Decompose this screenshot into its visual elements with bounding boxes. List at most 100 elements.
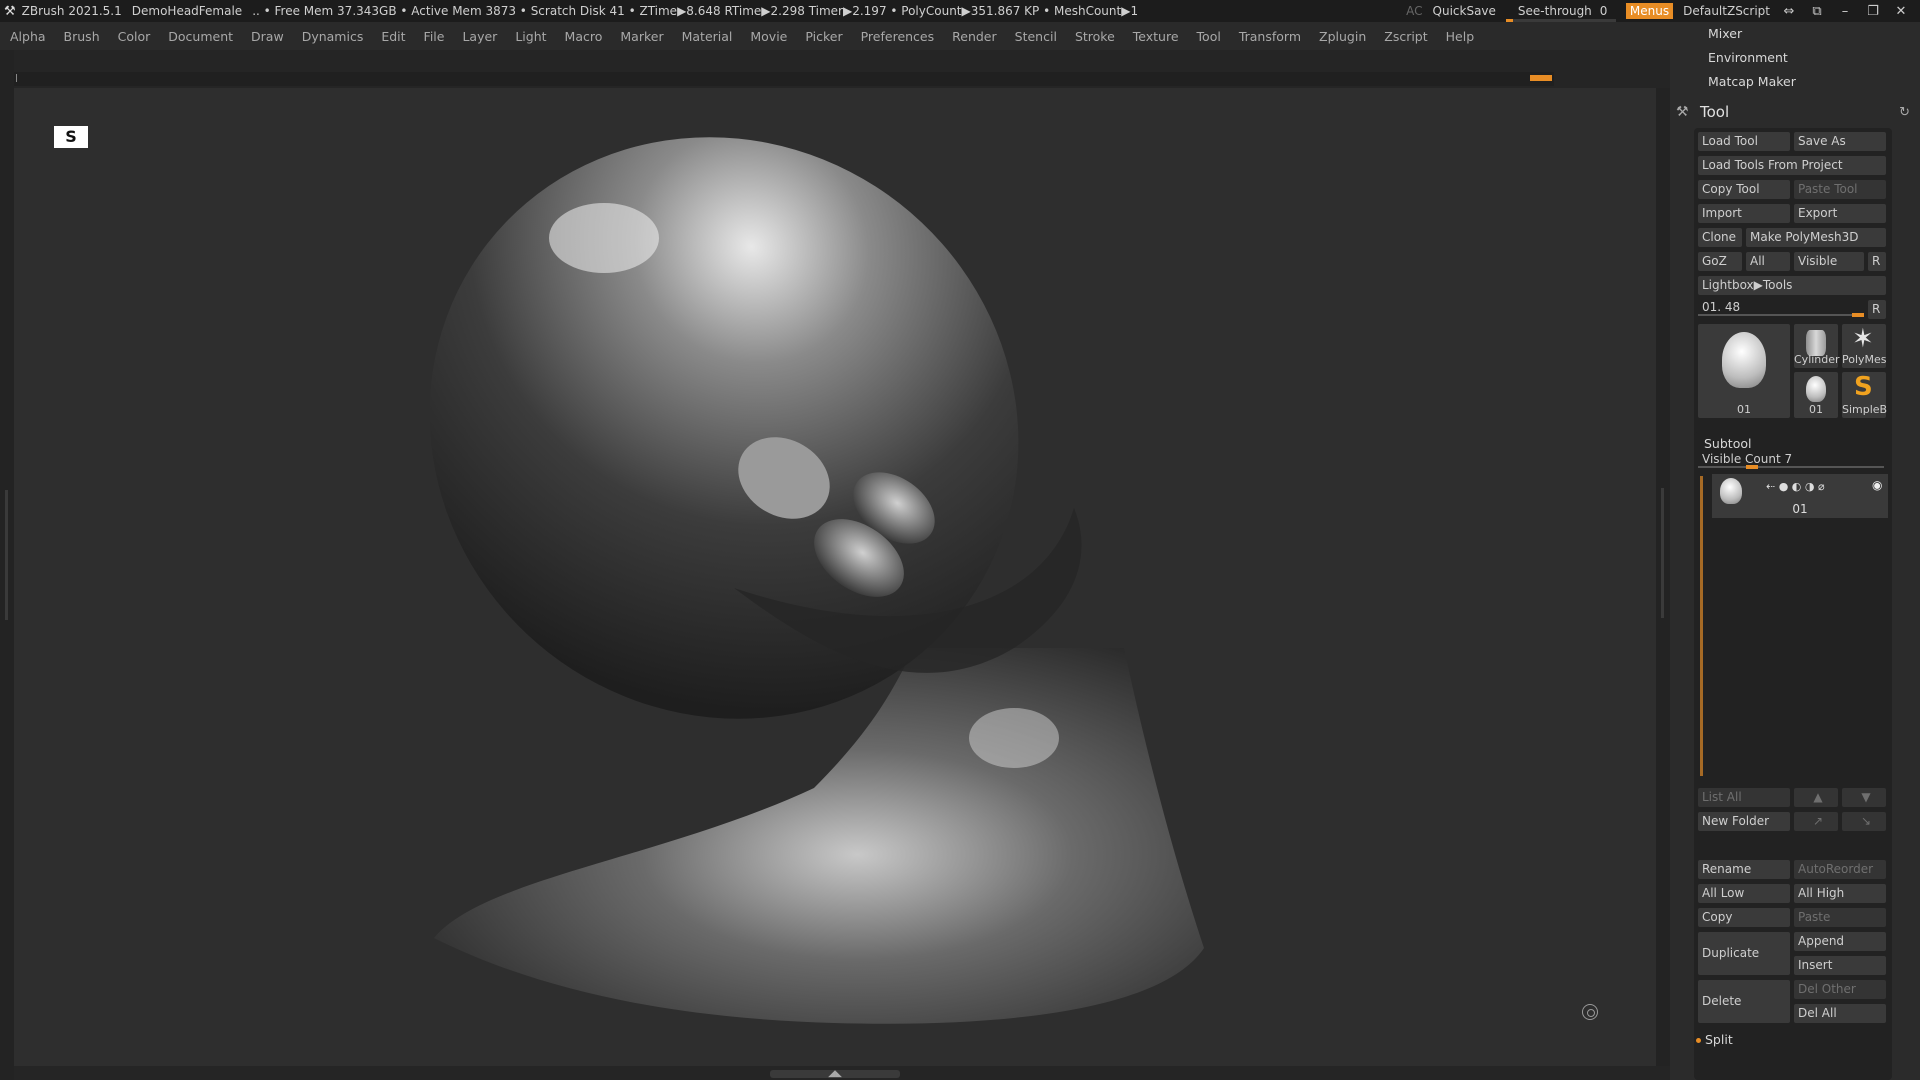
goz-all-button[interactable]: All [1746, 252, 1790, 271]
copy-subtool-button[interactable]: Copy [1698, 908, 1790, 927]
menu-tool[interactable]: Tool [1187, 29, 1229, 44]
goz-visible-button[interactable]: Visible [1794, 252, 1864, 271]
menu-zplugin[interactable]: Zplugin [1309, 29, 1374, 44]
small-head-tool-thumbnail[interactable]: 01 [1794, 372, 1838, 418]
menu-movie[interactable]: Movie [740, 29, 795, 44]
export-button[interactable]: Export [1794, 204, 1886, 223]
swap-icon[interactable]: ⇔ [1780, 4, 1798, 19]
timeline-track[interactable] [14, 72, 1554, 86]
rename-button[interactable]: Rename [1698, 860, 1790, 879]
menu-picker[interactable]: Picker [795, 29, 850, 44]
paste-subtool-button[interactable]: Paste [1794, 908, 1886, 927]
all-low-button[interactable]: All Low [1698, 884, 1790, 903]
menu-transform[interactable]: Transform [1229, 29, 1309, 44]
right-tray-handle[interactable] [1661, 488, 1664, 618]
eye-icon[interactable]: ◉ [1872, 478, 1882, 492]
move-down-icon[interactable]: ▼ [1842, 788, 1886, 807]
subtool-visibility-icons[interactable]: ⇠ ● ◐ ◑ ⌀ [1766, 480, 1825, 493]
visible-count-slider[interactable]: Visible Count 7 [1698, 450, 1886, 469]
minimize-button[interactable]: – [1836, 4, 1854, 19]
menu-macro[interactable]: Macro [555, 29, 611, 44]
default-zscript-button[interactable]: DefaultZScript [1683, 4, 1770, 18]
tool-slider-r-button[interactable]: R [1868, 300, 1886, 319]
visible-count-knob[interactable] [1746, 465, 1758, 469]
save-as-button[interactable]: Save As [1794, 132, 1886, 151]
menu-bar: Alpha Brush Color Document Draw Dynamics… [0, 22, 1680, 50]
canvas-viewport[interactable]: S [14, 88, 1656, 1066]
tool-slider[interactable]: 01. 48 [1698, 298, 1864, 317]
menu-stencil[interactable]: Stencil [1005, 29, 1065, 44]
menu-stroke[interactable]: Stroke [1065, 29, 1123, 44]
delete-button[interactable]: Delete [1698, 980, 1790, 1023]
menu-color[interactable]: Color [108, 29, 159, 44]
subtool-title[interactable]: Subtool [1704, 436, 1751, 451]
menu-preferences[interactable]: Preferences [851, 29, 943, 44]
polymesh-tool-thumbnail[interactable]: ✶ PolyMes [1842, 324, 1887, 368]
subtool-scrollbar[interactable] [1700, 476, 1703, 776]
append-button[interactable]: Append [1794, 932, 1886, 951]
tool-palette-header[interactable]: ⚒ Tool ↻ [1670, 100, 1920, 124]
popup-icon[interactable]: ⧉ [1808, 4, 1826, 19]
menu-alpha[interactable]: Alpha [0, 29, 54, 44]
current-tool-thumbnail[interactable]: 01 [1698, 324, 1790, 418]
restore-button[interactable]: ❐ [1864, 4, 1882, 19]
frame-icon[interactable] [1582, 1004, 1598, 1020]
visible-count-track [1698, 466, 1884, 468]
menu-zscript[interactable]: Zscript [1374, 29, 1435, 44]
subtool-item[interactable]: ⇠ ● ◐ ◑ ⌀ ◉ 01 [1712, 474, 1888, 518]
menu-marker[interactable]: Marker [610, 29, 671, 44]
menu-render[interactable]: Render [942, 29, 1005, 44]
seethrough-slider[interactable]: See-through 0 [1505, 4, 1616, 22]
duplicate-button[interactable]: Duplicate [1698, 932, 1790, 975]
cylinder-tool-thumbnail[interactable]: Cylinder [1794, 324, 1840, 368]
menu-brush[interactable]: Brush [54, 29, 108, 44]
arrow-up-right-icon[interactable]: ↗ [1794, 812, 1838, 831]
menu-document[interactable]: Document [158, 29, 241, 44]
goz-button[interactable]: GoZ [1698, 252, 1742, 271]
tool-palette-title: Tool [1700, 103, 1730, 121]
simplebrush-tool-thumbnail[interactable]: S SimpleB [1842, 372, 1888, 418]
quicksave-button[interactable]: QuickSave [1433, 4, 1496, 18]
clone-button[interactable]: Clone [1698, 228, 1742, 247]
move-up-icon[interactable]: ▲ [1794, 788, 1838, 807]
arrow-down-right-icon[interactable]: ↘ [1842, 812, 1886, 831]
menu-texture[interactable]: Texture [1123, 29, 1187, 44]
insert-button[interactable]: Insert [1794, 956, 1886, 975]
simplebrush-label: SimpleB [1842, 403, 1888, 416]
list-all-button[interactable]: List All [1698, 788, 1790, 807]
seethrough-label: See-through [1517, 4, 1592, 18]
lightbox-tools-button[interactable]: Lightbox▶Tools [1698, 276, 1886, 295]
new-folder-button[interactable]: New Folder [1698, 812, 1790, 831]
timeline-marker[interactable] [1530, 75, 1552, 81]
all-high-button[interactable]: All High [1794, 884, 1886, 903]
menu-material[interactable]: Material [672, 29, 741, 44]
load-tools-from-project-button[interactable]: Load Tools From Project [1698, 156, 1886, 175]
bottom-tray-handle[interactable]: ◢◣ [770, 1070, 900, 1079]
left-tray-handle[interactable] [5, 490, 8, 620]
title-bar: ⚒ ZBrush 2021.5.1 DemoHeadFemale .. • Fr… [0, 0, 1920, 22]
tool-slider-knob[interactable] [1852, 313, 1864, 317]
import-button[interactable]: Import [1698, 204, 1790, 223]
menu-edit[interactable]: Edit [371, 29, 413, 44]
menus-button[interactable]: Menus [1625, 3, 1674, 19]
menu-layer[interactable]: Layer [452, 29, 505, 44]
menu-dynamics[interactable]: Dynamics [292, 29, 372, 44]
menu-matcap-maker[interactable]: Matcap Maker [1670, 70, 1920, 94]
menu-file[interactable]: File [414, 29, 453, 44]
autoreorder-button[interactable]: AutoReorder [1794, 860, 1886, 879]
del-other-button[interactable]: Del Other [1794, 980, 1886, 999]
close-button[interactable]: ✕ [1892, 4, 1910, 19]
split-subpalette[interactable]: Split [1696, 1032, 1733, 1047]
copy-tool-button[interactable]: Copy Tool [1698, 180, 1790, 199]
make-polymesh3d-button[interactable]: Make PolyMesh3D [1746, 228, 1886, 247]
goz-r-button[interactable]: R [1868, 252, 1886, 271]
load-tool-button[interactable]: Load Tool [1698, 132, 1790, 151]
paste-tool-button[interactable]: Paste Tool [1794, 180, 1886, 199]
menu-light[interactable]: Light [505, 29, 554, 44]
menu-help[interactable]: Help [1436, 29, 1483, 44]
del-all-button[interactable]: Del All [1794, 1004, 1886, 1023]
reset-icon[interactable]: ↻ [1899, 105, 1910, 120]
menu-mixer[interactable]: Mixer [1670, 22, 1920, 46]
menu-environment[interactable]: Environment [1670, 46, 1920, 70]
menu-draw[interactable]: Draw [241, 29, 292, 44]
